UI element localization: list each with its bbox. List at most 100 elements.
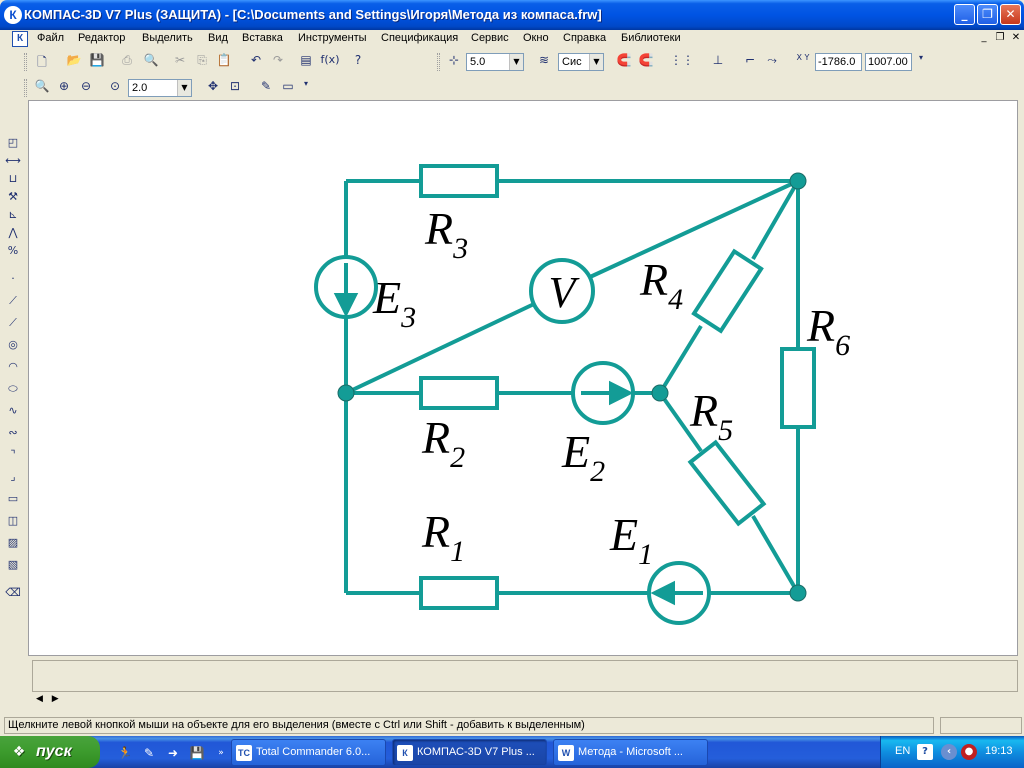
undo-icon[interactable]: ↶ [247,53,265,71]
save-icon[interactable]: 💾 [88,53,106,71]
help-tray-icon[interactable]: ? [917,744,933,760]
polyline-tool-icon[interactable]: ∾ [5,426,21,444]
toolbar-grip[interactable] [24,53,27,71]
document-icon[interactable]: К [12,31,28,47]
task-kompas[interactable]: К КОМПАС-3D V7 Plus ... [392,739,547,766]
maximize-button[interactable]: ❐ [977,4,998,25]
fillet-tool-icon[interactable]: ⌟ [5,470,21,488]
rectangle-tool-icon[interactable]: ▭ [5,492,21,510]
quicklaunch-save-icon[interactable]: 💾 [188,744,206,762]
properties-panel[interactable] [32,660,1018,692]
menu-tools[interactable]: Инструменты [298,32,367,44]
chamfer-tool-icon[interactable]: ⌝ [5,448,21,466]
fill-tool-icon[interactable]: ▧ [5,558,21,576]
menu-help[interactable]: Справка [563,32,606,44]
menu-view[interactable]: Вид [208,32,228,44]
zoom-scale-icon[interactable]: ⊙ [106,79,124,97]
local-snap-icon[interactable]: 🧲 [637,53,655,71]
chevron-down-icon[interactable]: ▼ [509,54,523,70]
snap-magnet-icon[interactable]: 🧲 [615,53,633,71]
scroll-right-icon[interactable]: ▶ [52,694,59,704]
task-word[interactable]: W Метода - Microsoft ... [553,739,708,766]
show-all-icon[interactable]: ⊡ [226,79,244,97]
arc-tool-icon[interactable]: ◠ [5,360,21,378]
step-icon[interactable]: ⊹ [445,53,463,71]
measure-panel-icon[interactable]: ⋀ [5,226,21,244]
step-combo[interactable]: 5.0 ▼ [466,53,524,71]
antivirus-tray-icon[interactable]: ● [961,744,977,760]
cursor-coordinates-icon[interactable]: ⤳ [763,53,781,71]
spline-tool-icon[interactable]: ∿ [5,404,21,422]
open-folder-icon[interactable]: 📂 [65,53,83,71]
help-pointer-icon[interactable]: ? [349,53,367,71]
toolbar-grip[interactable] [437,53,440,71]
collapse-tray-icon[interactable]: ‹ [941,744,957,760]
select-panel-icon[interactable]: % [5,244,21,262]
auxiliary-line-icon[interactable]: ⟋ [5,294,21,312]
menu-select[interactable]: Выделить [142,32,193,44]
hatch-tool-icon[interactable]: ▨ [5,536,21,554]
language-indicator[interactable]: EN [895,745,910,757]
designations-panel-icon[interactable]: ⊔ [5,172,21,190]
copy-icon[interactable]: ⎘ [193,53,211,71]
point-tool-icon[interactable]: · [5,272,21,290]
zoom-window-icon[interactable]: 🔍 [33,79,51,97]
mdi-restore-button[interactable]: ❐ [994,32,1006,44]
dimensions-panel-icon[interactable]: ⟷ [5,154,21,172]
layers-icon[interactable]: ≋ [535,53,553,71]
quicklaunch-more-icon[interactable]: » [212,744,230,762]
toolbar-grip[interactable] [24,79,27,97]
zoom-combo[interactable]: 2.0 ▼ [128,79,192,97]
ellipse-tool-icon[interactable]: ⬭ [5,382,21,400]
zoom-in-icon[interactable]: ⊕ [55,79,73,97]
quicklaunch-pencil-icon[interactable]: ✎ [140,744,158,762]
menu-window[interactable]: Окно [523,32,549,44]
paste-icon[interactable]: 📋 [215,53,233,71]
function-icon[interactable]: f(x) [319,53,341,71]
scroll-left-icon[interactable]: ◀ [36,694,43,704]
kompas-app-icon[interactable]: К [4,6,22,24]
coordinate-system-combo[interactable]: Сис ▼ [558,53,604,71]
new-document-icon[interactable]: 🗋 [33,53,51,71]
start-button[interactable]: ❖ пуск [0,736,100,768]
refresh-icon[interactable]: ✎ [257,79,275,97]
round-icon[interactable]: ⌐ [741,53,759,71]
menu-service[interactable]: Сервис [471,32,509,44]
contour-tool-icon[interactable]: ◫ [5,514,21,532]
redo-icon[interactable]: ↷ [269,53,287,71]
cut-icon[interactable]: ✂ [171,53,189,71]
chevron-down-icon[interactable]: ▼ [589,54,603,70]
quicklaunch-arrow-icon[interactable]: ➜ [164,744,182,762]
toolbar-overflow-icon[interactable]: ▾ [912,53,930,71]
edit-panel-icon[interactable]: ⚒ [5,190,21,208]
mdi-close-button[interactable]: ✕ [1010,32,1022,44]
menu-insert[interactable]: Вставка [242,32,283,44]
mdi-minimize-button[interactable]: _ [978,32,990,44]
toolbar-overflow-icon[interactable]: ▾ [297,79,315,97]
menu-specification[interactable]: Спецификация [381,32,458,44]
geometry-panel-icon[interactable]: ◰ [5,136,21,154]
circle-tool-icon[interactable]: ◎ [5,338,21,356]
chevron-down-icon[interactable]: ▼ [177,80,191,96]
coordinate-y-field[interactable]: 1007.00 [865,53,912,71]
parametrization-panel-icon[interactable]: ⊾ [5,208,21,226]
eraser-tool-icon[interactable]: ⌫ [5,586,21,604]
display-mode-icon[interactable]: ▭ [279,79,297,97]
orthogonal-icon[interactable]: ⊥ [709,53,727,71]
task-total-commander[interactable]: TC Total Commander 6.0... [231,739,386,766]
pan-icon[interactable]: ✥ [204,79,222,97]
print-preview-icon[interactable]: 🔍 [142,53,160,71]
quicklaunch-runner-icon[interactable]: 🏃 [116,744,134,762]
menu-edit[interactable]: Редактор [78,32,125,44]
variables-icon[interactable]: ▤ [297,53,315,71]
segment-tool-icon[interactable]: ⟋ [5,316,21,334]
close-button[interactable]: ✕ [1000,4,1021,25]
minimize-button[interactable]: _ [954,4,975,25]
coordinate-x-field[interactable]: -1786.0 [815,53,862,71]
drawing-canvas[interactable]: R3 R2 R1 R4 R5 R6 E3 E2 E1 V [28,100,1018,656]
menu-file[interactable]: Файл [37,32,64,44]
zoom-out-icon[interactable]: ⊖ [77,79,95,97]
print-icon[interactable]: ⎙ [118,53,136,71]
grid-icon[interactable]: ⋮⋮ [670,53,694,71]
menu-libraries[interactable]: Библиотеки [621,32,681,44]
